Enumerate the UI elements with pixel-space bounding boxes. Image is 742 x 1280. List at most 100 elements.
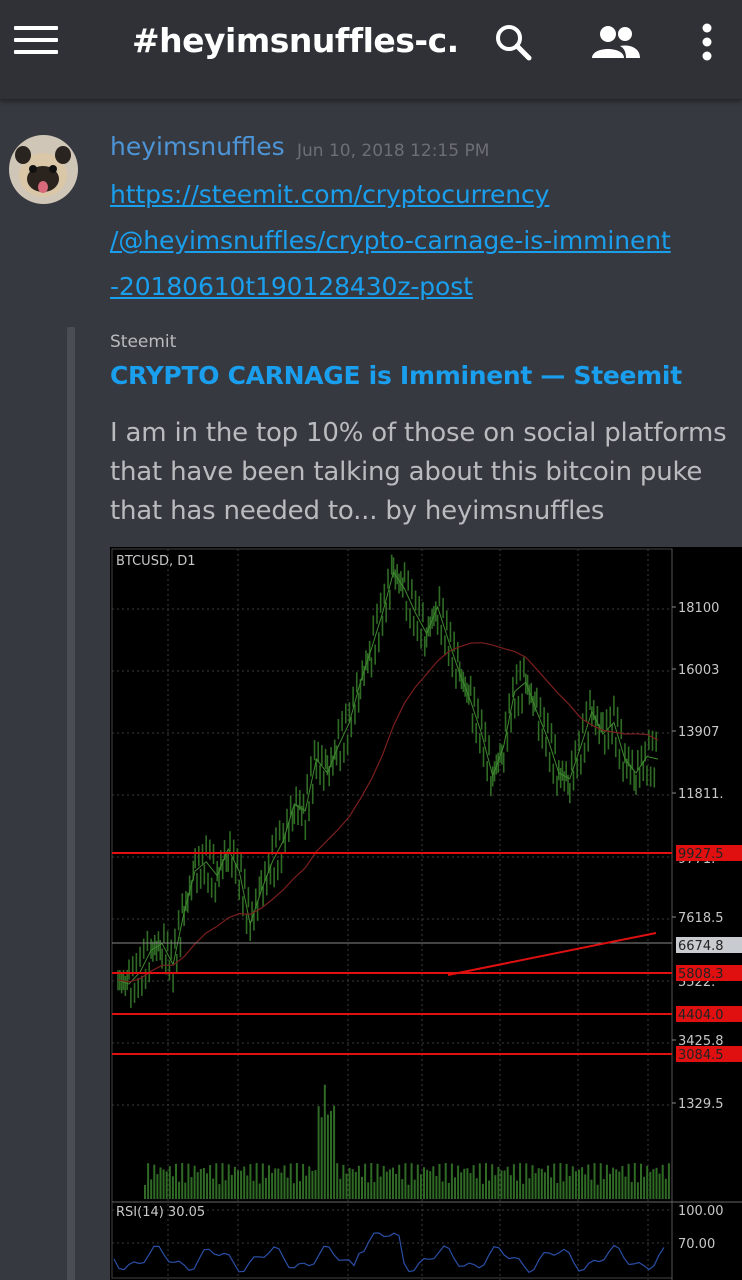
volume-bar bbox=[268, 1165, 270, 1199]
level-badge-label: 6674.8 bbox=[678, 939, 724, 954]
y-tick-label: 7618.5 bbox=[678, 911, 724, 926]
volume-bar bbox=[326, 1114, 329, 1199]
volume-bar bbox=[215, 1163, 218, 1199]
volume-bar bbox=[348, 1167, 351, 1199]
volume-bar bbox=[295, 1163, 298, 1199]
volume-bar bbox=[249, 1164, 252, 1199]
volume-bar bbox=[311, 1170, 314, 1199]
volume-bar bbox=[531, 1165, 534, 1199]
volume-bar bbox=[382, 1165, 385, 1199]
volume-bar bbox=[485, 1163, 487, 1199]
embed-description: that has needed to... by heyimsnuffles bbox=[110, 496, 605, 526]
channel-title: #heyimsnuffles-c... bbox=[132, 21, 462, 60]
volume-bar bbox=[429, 1171, 432, 1199]
volume-bar bbox=[621, 1165, 624, 1199]
volume-bar bbox=[643, 1176, 646, 1199]
volume-bar bbox=[612, 1167, 615, 1199]
volume-bar bbox=[463, 1168, 466, 1199]
chart-title: BTCUSD, D1 bbox=[116, 554, 196, 569]
embed-chart-image[interactable]: 18100160031390711811.7618.53425.81329.59… bbox=[110, 547, 742, 1280]
volume-bar bbox=[516, 1180, 518, 1199]
volume-bar bbox=[441, 1181, 444, 1199]
volume-bar bbox=[212, 1178, 215, 1199]
volume-bar bbox=[509, 1175, 512, 1199]
volume-bar bbox=[292, 1183, 295, 1199]
volume-bar bbox=[537, 1168, 540, 1199]
volume-bar bbox=[404, 1163, 407, 1199]
volume-bar bbox=[444, 1163, 447, 1199]
avatar[interactable] bbox=[9, 135, 78, 204]
volume-bar bbox=[630, 1182, 633, 1199]
volume-bar bbox=[435, 1176, 438, 1199]
volume-bar bbox=[385, 1171, 388, 1199]
volume-bar bbox=[472, 1165, 475, 1199]
volume-bar bbox=[333, 1105, 336, 1199]
channel-header: #heyimsnuffles-c... bbox=[0, 0, 742, 100]
volume-bar bbox=[605, 1164, 608, 1199]
volume-bar bbox=[364, 1163, 367, 1199]
y-tick-label: 18100 bbox=[678, 601, 719, 616]
volume-bar bbox=[615, 1169, 618, 1199]
message-author[interactable]: heyimsnuffles bbox=[110, 132, 285, 161]
volume-bar bbox=[584, 1174, 587, 1199]
volume-bar bbox=[175, 1163, 177, 1199]
volume-bar bbox=[491, 1164, 494, 1199]
volume-bar bbox=[299, 1181, 301, 1199]
volume-bar bbox=[419, 1174, 422, 1199]
volume-bar bbox=[407, 1184, 410, 1199]
members-icon[interactable] bbox=[590, 20, 642, 64]
volume-bar bbox=[528, 1178, 531, 1199]
volume-bar bbox=[339, 1178, 342, 1199]
volume-bar bbox=[308, 1166, 311, 1199]
volume-bar bbox=[512, 1164, 515, 1199]
level-badge-label: 5808.3 bbox=[678, 967, 724, 982]
volume-bar bbox=[237, 1170, 239, 1199]
volume-bar bbox=[488, 1180, 491, 1199]
message-timestamp: Jun 10, 2018 12:15 PM bbox=[297, 141, 490, 161]
volume-bar bbox=[190, 1177, 193, 1199]
volume-bar bbox=[416, 1164, 419, 1199]
volume-bar bbox=[178, 1181, 181, 1199]
volume-bar bbox=[221, 1163, 224, 1199]
message-link[interactable]: https://steemit.com/cryptocurrency bbox=[110, 180, 549, 209]
volume-bar bbox=[271, 1172, 274, 1199]
y-tick-label: 1329.5 bbox=[678, 1097, 724, 1112]
embed-description: I am in the top 10% of those on social p… bbox=[110, 418, 727, 448]
embed-provider[interactable]: Steemit bbox=[110, 332, 176, 352]
y-tick-label: 11811. bbox=[678, 787, 724, 802]
volume-bar bbox=[246, 1175, 249, 1199]
volume-bar bbox=[255, 1163, 258, 1199]
volume-bar bbox=[398, 1164, 401, 1199]
rsi-line bbox=[113, 1232, 665, 1274]
volume-bar bbox=[395, 1173, 398, 1199]
menu-icon[interactable] bbox=[14, 26, 58, 58]
volume-bar bbox=[233, 1166, 236, 1199]
volume-bar bbox=[336, 1163, 339, 1199]
volume-bar bbox=[413, 1179, 416, 1199]
embed-title[interactable]: CRYPTO CARNAGE is Imminent — Steemit bbox=[110, 361, 682, 390]
volume-bar bbox=[147, 1163, 150, 1199]
volume-bar bbox=[181, 1163, 184, 1199]
volume-bar bbox=[599, 1163, 602, 1199]
volume-bar bbox=[351, 1169, 354, 1199]
search-icon[interactable] bbox=[490, 20, 536, 64]
volume-bar bbox=[379, 1176, 382, 1199]
volume-bar bbox=[581, 1167, 584, 1199]
volume-bar bbox=[432, 1166, 435, 1199]
volume-bar bbox=[153, 1164, 156, 1199]
message-link[interactable]: -20180610t190128430z-post bbox=[110, 272, 473, 301]
more-options-icon[interactable] bbox=[694, 20, 720, 64]
volume-bar bbox=[475, 1178, 478, 1199]
volume-bar bbox=[289, 1163, 292, 1199]
message-link[interactable]: /@heyimsnuffles/crypto-carnage-is-immine… bbox=[110, 226, 671, 255]
volume-bar bbox=[240, 1170, 243, 1199]
volume-bar bbox=[469, 1173, 472, 1199]
volume-bar bbox=[494, 1175, 497, 1199]
volume-bar bbox=[652, 1169, 655, 1199]
volume-bar bbox=[609, 1173, 611, 1199]
volume-bar bbox=[354, 1171, 357, 1199]
volume-bar bbox=[457, 1165, 460, 1199]
level-badge-label: 9927.5 bbox=[678, 847, 724, 862]
volume-bar bbox=[330, 1110, 332, 1199]
volume-bar bbox=[320, 1117, 323, 1199]
